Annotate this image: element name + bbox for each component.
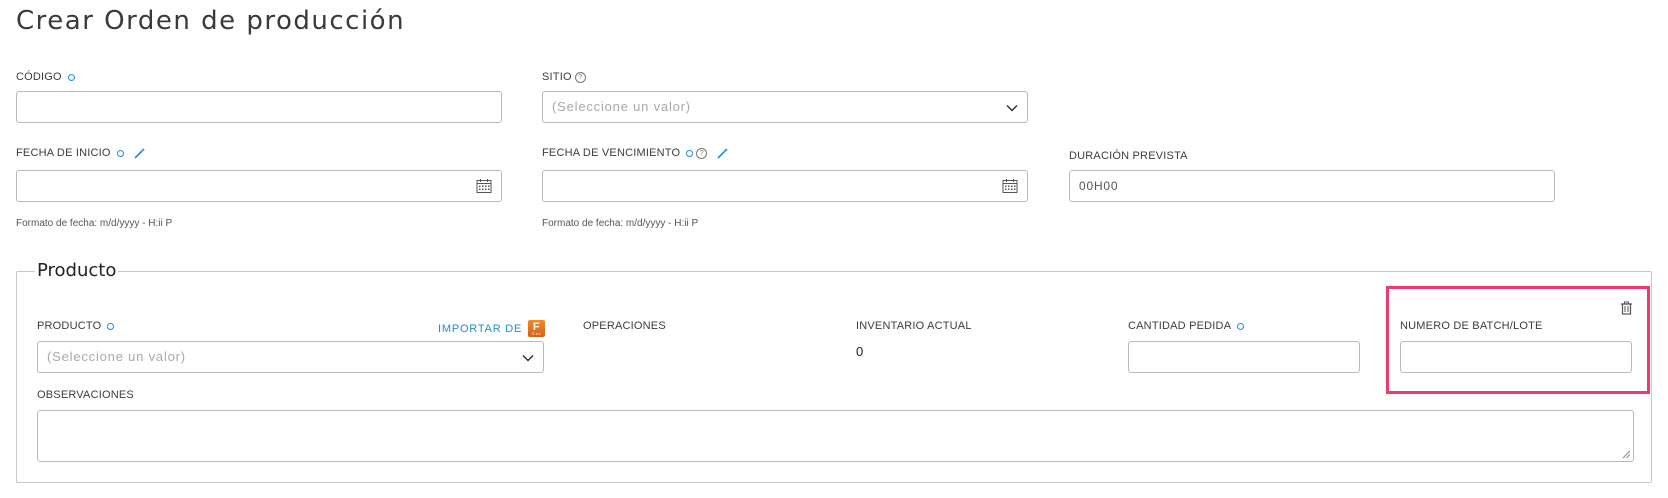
trash-icon[interactable]: [1620, 301, 1633, 315]
required-dot-icon: [67, 73, 75, 81]
cantidad-input[interactable]: [1128, 341, 1360, 373]
fecha-inicio-input[interactable]: [16, 170, 502, 202]
magic-wand-icon[interactable]: [717, 147, 729, 159]
producto-legend: Producto: [35, 260, 119, 281]
sitio-select[interactable]: (Seleccione un valor): [542, 91, 1028, 123]
required-dot-icon: [116, 149, 124, 157]
sitio-label: SITIO ?: [542, 71, 586, 83]
fecha-vencimiento-hint: Formato de fecha: m/d/yyyy - H:ii P: [542, 218, 699, 229]
required-dot-icon: [107, 322, 115, 330]
duracion-input[interactable]: 00H00: [1069, 170, 1555, 202]
magic-wand-icon[interactable]: [134, 147, 146, 159]
producto-select[interactable]: (Seleccione un valor): [37, 341, 544, 373]
fecha-vencimiento-input[interactable]: [542, 170, 1028, 202]
producto-label: PRODUCTO: [37, 320, 115, 332]
observaciones-label: OBSERVACIONES: [37, 389, 134, 401]
codigo-label: CÓDIGO: [16, 71, 75, 83]
fecha-inicio-label: FECHA DE INICIO: [16, 147, 146, 159]
calendar-icon[interactable]: [1002, 178, 1018, 194]
page-title: Crear Orden de producción: [16, 6, 406, 36]
cantidad-label: CANTIDAD PEDIDA: [1128, 320, 1245, 332]
codigo-input[interactable]: [16, 91, 502, 123]
fecha-vencimiento-label: FECHA DE VENCIMIENTO ?: [542, 147, 729, 159]
batch-input[interactable]: [1400, 341, 1632, 373]
duracion-label: DURACIÓN PREVISTA: [1069, 150, 1188, 162]
resize-handle-icon[interactable]: [1622, 450, 1631, 459]
batch-highlight-box: [1386, 286, 1650, 394]
inventario-label: INVENTARIO ACTUAL: [856, 320, 972, 332]
calendar-icon[interactable]: [476, 178, 492, 194]
required-dot-icon: [686, 149, 694, 157]
required-dot-icon: [1237, 322, 1245, 330]
chevron-down-icon: [522, 354, 534, 362]
inventario-value: 0: [856, 344, 864, 359]
operaciones-label: OPERACIONES: [583, 320, 666, 332]
chevron-down-icon: [1006, 104, 1018, 112]
importar-de-link[interactable]: IMPORTAR DE F Exc: [438, 320, 546, 337]
help-circle-icon[interactable]: ?: [696, 147, 708, 159]
fecha-inicio-hint: Formato de fecha: m/d/yyyy - H:ii P: [16, 218, 173, 229]
batch-label: NUMERO DE BATCH/LOTE: [1400, 320, 1543, 332]
import-source-icon: F Exc: [528, 320, 546, 337]
help-circle-icon[interactable]: ?: [574, 71, 586, 83]
observaciones-textarea[interactable]: [37, 410, 1634, 462]
